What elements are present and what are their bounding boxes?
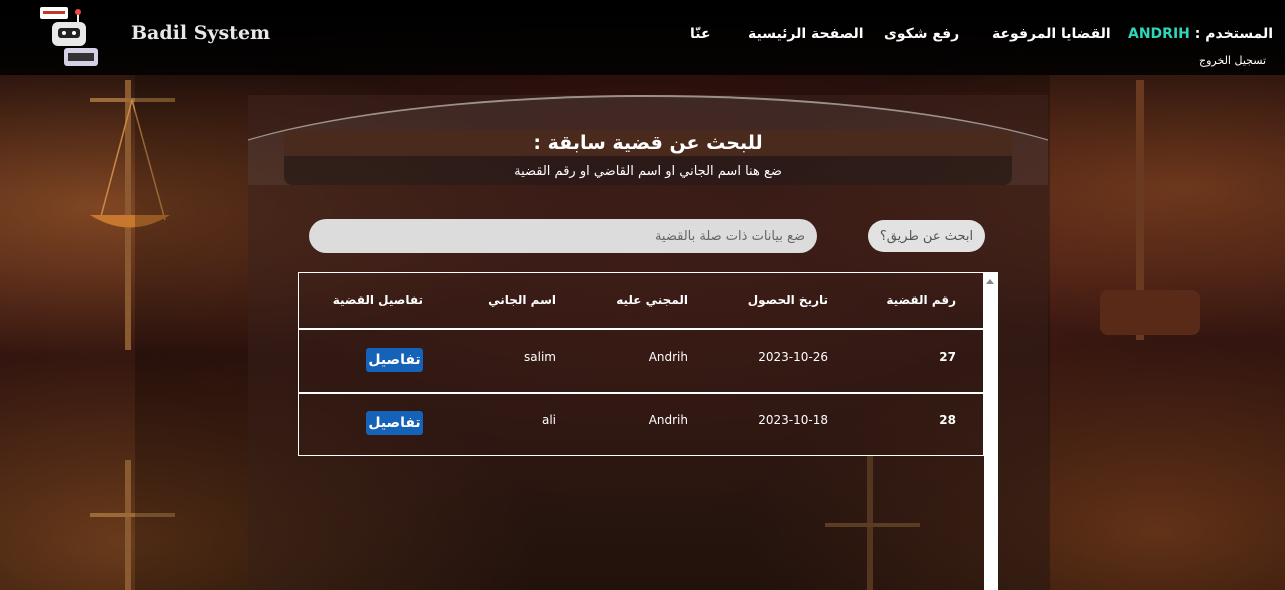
justice-scale-right-icon — [1100, 80, 1200, 340]
row-2-case-number: 28 — [939, 413, 956, 427]
nav-about[interactable]: عنّا — [690, 26, 711, 42]
page-subtitle: ضع هنا اسم الجاني او اسم القاضي او رقم ا… — [514, 164, 782, 179]
robot-logo-icon — [40, 7, 98, 66]
row-2-details-button[interactable]: تفاصيل — [366, 411, 423, 435]
nav-home[interactable]: الصفحة الرئيسية — [748, 26, 864, 42]
row-1-date: 2023-10-26 — [758, 350, 828, 364]
scroll-up-arrow-icon[interactable] — [986, 279, 994, 284]
row-1-victim: Andrih — [648, 350, 688, 364]
header-victim: المجني عليه — [616, 293, 688, 307]
page-title: للبحث عن قضية سابقة : — [533, 132, 763, 154]
header-offender: اسم الجاني — [488, 293, 556, 307]
user-label: المستخدم : — [1194, 26, 1274, 42]
table-scrollbar[interactable] — [984, 272, 998, 590]
search-by-button[interactable]: ابحث عن طريق؟ — [868, 220, 985, 252]
header-case-number: رقم القضية — [886, 293, 956, 307]
row-divider — [298, 392, 983, 394]
user-name: ANDRIH — [1128, 26, 1190, 42]
nav-complaint[interactable]: رفع شكوى — [884, 26, 959, 42]
header-date: تاريخ الحصول — [747, 293, 828, 307]
row-2-victim: Andrih — [648, 413, 688, 427]
row-1-offender: salim — [524, 350, 556, 364]
row-1-details-button[interactable]: تفاصيل — [366, 348, 423, 372]
header-details: تفاصيل القضية — [332, 293, 423, 307]
nav-cases[interactable]: القضايا المرفوعة — [992, 26, 1111, 42]
row-2-offender: ali — [541, 413, 556, 427]
row-1-case-number: 27 — [939, 350, 956, 364]
current-user: المستخدم : ANDRIH — [1128, 26, 1273, 42]
header-divider — [298, 328, 983, 330]
brand-name: Badil System — [131, 22, 271, 44]
search-input[interactable] — [309, 219, 817, 253]
row-2-date: 2023-10-18 — [758, 413, 828, 427]
logout-link[interactable]: تسجيل الخروج — [1199, 54, 1266, 67]
